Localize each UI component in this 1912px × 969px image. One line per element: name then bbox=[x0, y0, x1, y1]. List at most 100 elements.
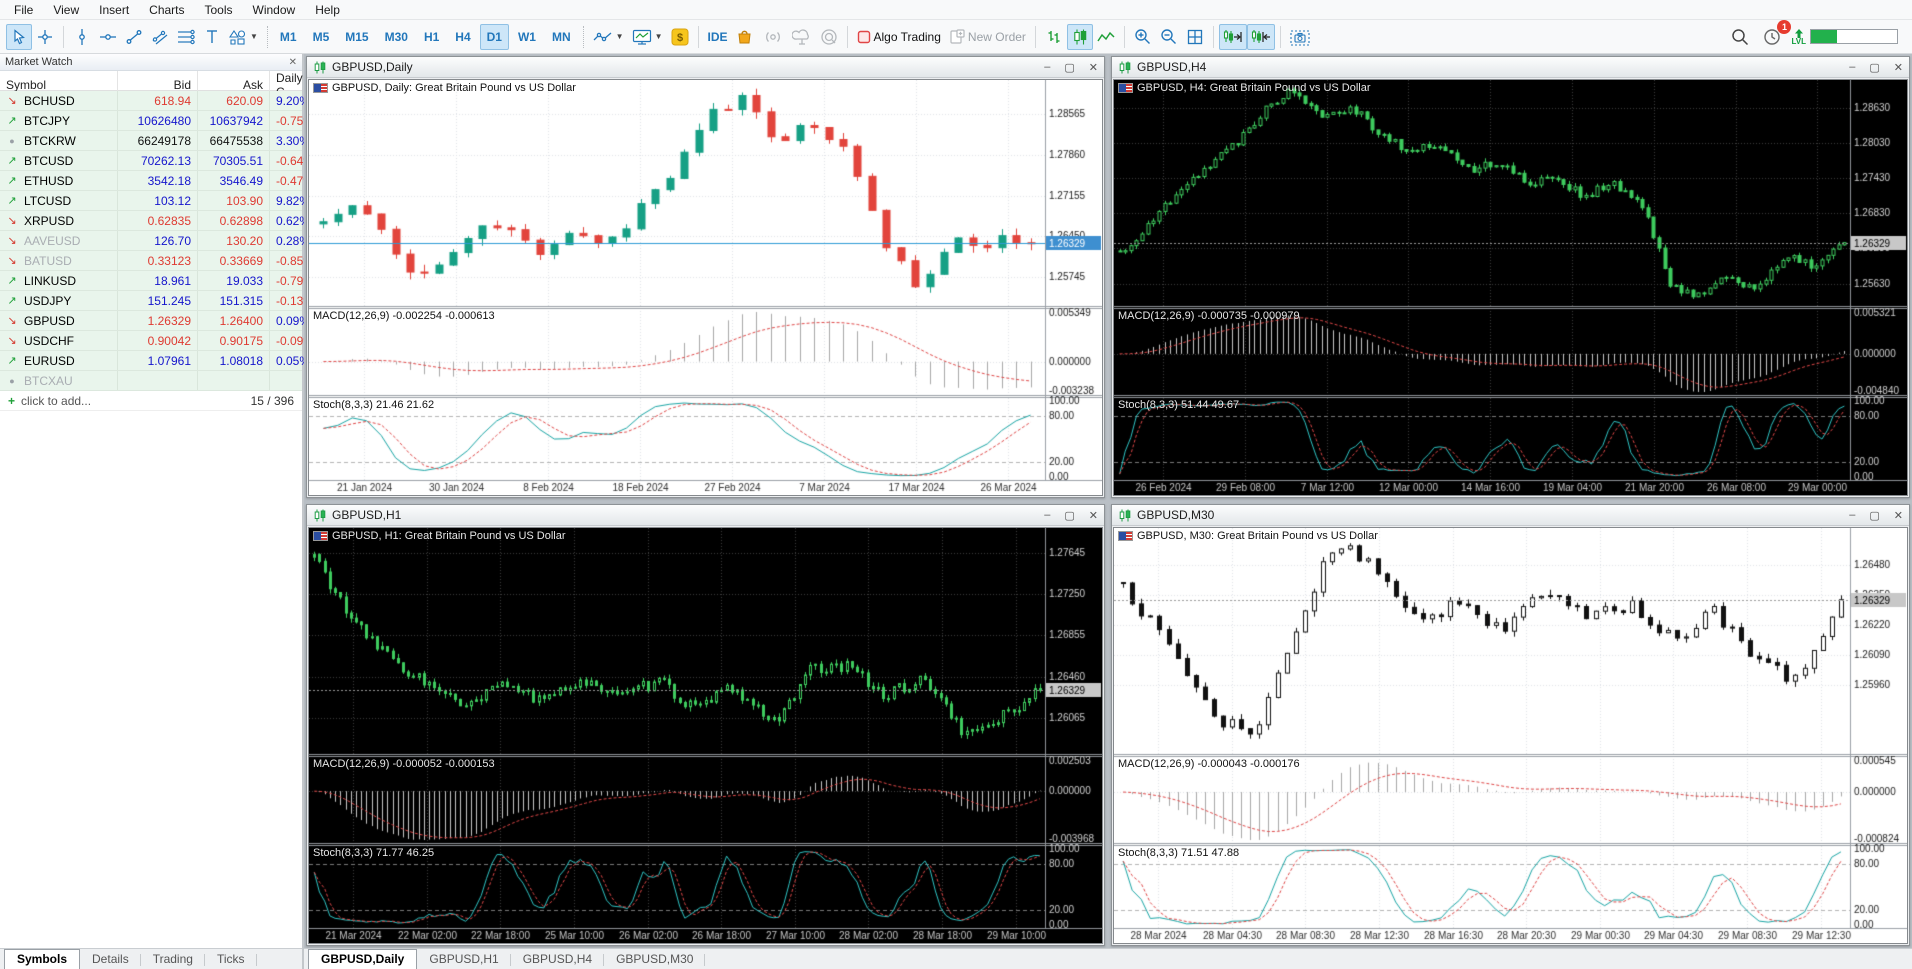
close-icon[interactable]: ✕ bbox=[1089, 509, 1098, 522]
timeframe-h4-button[interactable]: H4 bbox=[448, 24, 477, 50]
maximize-icon[interactable]: ▢ bbox=[1064, 509, 1074, 522]
click-to-add-label[interactable]: click to add... bbox=[21, 394, 91, 408]
screenshot-button[interactable] bbox=[1286, 24, 1314, 50]
market-watch-row-batusd[interactable]: ↘BATUSD0.331230.33669-0.85% bbox=[0, 251, 302, 271]
trendline-tool-button[interactable] bbox=[121, 24, 147, 50]
text-tool-button[interactable] bbox=[199, 24, 225, 50]
market-watch-row-xrpusd[interactable]: ↘XRPUSD0.628350.628980.62% bbox=[0, 211, 302, 231]
objects-button[interactable]: ▼ bbox=[628, 24, 667, 50]
crosshair-tool-button[interactable] bbox=[32, 24, 58, 50]
maximize-icon[interactable]: ▢ bbox=[1869, 509, 1879, 522]
horizontal-line-tool-button[interactable] bbox=[95, 24, 121, 50]
market-watch-row-btcxau[interactable]: ●BTCXAU bbox=[0, 371, 302, 391]
macd-label: MACD(12,26,9) -0.000043 -0.000176 bbox=[1118, 758, 1300, 770]
zoom-in-button[interactable] bbox=[1130, 24, 1156, 50]
chart-tab-gbpusd-h1[interactable]: GBPUSD,H1 bbox=[417, 950, 510, 969]
market-watch-row-btcusd[interactable]: ↗BTCUSD70262.1370305.51-0.64% bbox=[0, 151, 302, 171]
community-button[interactable] bbox=[816, 24, 842, 50]
panel-tab-symbols[interactable]: Symbols bbox=[4, 949, 80, 969]
market-watch-row-btckrw[interactable]: ●BTCKRW66249178664755383.30% bbox=[0, 131, 302, 151]
line-chart-type-button[interactable] bbox=[1093, 24, 1119, 50]
gbpusd-flag-icon bbox=[1118, 531, 1133, 541]
market-watch-row-gbpusd[interactable]: ↘GBPUSD1.263291.264000.09% bbox=[0, 311, 302, 331]
symbol-name: BTCUSD bbox=[24, 151, 118, 170]
algo-trading-button[interactable]: Algo Trading bbox=[853, 24, 945, 50]
market-watch-row-bchusd[interactable]: ↘BCHUSD618.94620.099.20% bbox=[0, 91, 302, 111]
market-watch-row-eurusd[interactable]: ↗EURUSD1.079611.080180.05% bbox=[0, 351, 302, 371]
vps-button[interactable] bbox=[788, 24, 816, 50]
timeframe-m30-button[interactable]: M30 bbox=[378, 24, 415, 50]
dollar-button[interactable]: $ bbox=[667, 24, 693, 50]
timeframe-m5-button[interactable]: M5 bbox=[306, 24, 337, 50]
market-watch-row-ltcusd[interactable]: ↗LTCUSD103.12103.909.82% bbox=[0, 191, 302, 211]
signals-button[interactable] bbox=[758, 24, 788, 50]
market-watch-close-icon[interactable]: ✕ bbox=[289, 57, 297, 68]
timeframe-h1-button[interactable]: H1 bbox=[417, 24, 446, 50]
level-indicator[interactable]: LVL bbox=[1791, 29, 1806, 45]
panel-tab-details[interactable]: Details bbox=[80, 950, 141, 969]
chart-canvas-h4[interactable] bbox=[1114, 80, 1907, 495]
close-icon[interactable]: ✕ bbox=[1894, 509, 1903, 522]
candle-chart-type-button[interactable] bbox=[1067, 24, 1093, 50]
chart-canvas-daily[interactable] bbox=[309, 80, 1102, 495]
market-watch-footer[interactable]: + click to add... 15 / 396 bbox=[0, 391, 302, 411]
shapes-tool-button[interactable]: ▼ bbox=[225, 24, 262, 50]
market-watch-caption[interactable]: Market Watch ✕ bbox=[0, 54, 302, 71]
menu-help[interactable]: Help bbox=[305, 1, 350, 19]
indicators-dropdown-caret: ▼ bbox=[616, 32, 624, 41]
panel-tab-ticks[interactable]: Ticks bbox=[205, 950, 257, 969]
chart-canvas-h1[interactable] bbox=[309, 528, 1102, 943]
timeframe-mn-button[interactable]: MN bbox=[545, 24, 578, 50]
minimize-icon[interactable]: – bbox=[1044, 61, 1050, 74]
market-watch-row-linkusd[interactable]: ↗LINKUSD18.96119.033-0.79% bbox=[0, 271, 302, 291]
chart-window-daily-titlebar[interactable]: GBPUSD,Daily –▢✕ bbox=[307, 57, 1104, 78]
chart-canvas-m30[interactable] bbox=[1114, 528, 1907, 943]
menu-insert[interactable]: Insert bbox=[89, 1, 139, 19]
menu-tools[interactable]: Tools bbox=[195, 1, 243, 19]
menu-window[interactable]: Window bbox=[243, 1, 306, 19]
indicators-button[interactable]: ▼ bbox=[589, 24, 628, 50]
zoom-out-button[interactable] bbox=[1156, 24, 1182, 50]
fibo-lines-tool-button[interactable] bbox=[173, 24, 199, 50]
tile-windows-button[interactable] bbox=[1182, 24, 1208, 50]
minimize-icon[interactable]: – bbox=[1044, 509, 1050, 522]
bar-chart-type-button[interactable] bbox=[1041, 24, 1067, 50]
maximize-icon[interactable]: ▢ bbox=[1064, 61, 1074, 74]
notifications-button[interactable]: 1 bbox=[1759, 24, 1785, 50]
minimize-icon[interactable]: – bbox=[1849, 509, 1855, 522]
chart-window-h4-titlebar[interactable]: GBPUSD,H4 –▢✕ bbox=[1112, 57, 1909, 78]
market-store-button[interactable] bbox=[732, 24, 758, 50]
menu-file[interactable]: File bbox=[4, 1, 43, 19]
ide-button[interactable]: IDE bbox=[704, 24, 732, 50]
cursor-tool-button[interactable] bbox=[6, 24, 32, 50]
auto-scroll-button[interactable] bbox=[1247, 24, 1275, 50]
market-watch-row-usdchf[interactable]: ↘USDCHF0.900420.90175-0.09% bbox=[0, 331, 302, 351]
close-icon[interactable]: ✕ bbox=[1894, 61, 1903, 74]
chart-tab-gbpusd-m30[interactable]: GBPUSD,M30 bbox=[604, 950, 705, 969]
market-watch-row-btcjpy[interactable]: ↗BTCJPY1062648010637942-0.75% bbox=[0, 111, 302, 131]
timeframe-w1-button[interactable]: W1 bbox=[511, 24, 543, 50]
timeframe-m1-button[interactable]: M1 bbox=[273, 24, 304, 50]
close-icon[interactable]: ✕ bbox=[1089, 61, 1098, 74]
scroll-to-end-button[interactable] bbox=[1219, 24, 1247, 50]
channel-tool-button[interactable] bbox=[147, 24, 173, 50]
chart-tab-gbpusd-daily[interactable]: GBPUSD,Daily bbox=[308, 949, 417, 969]
chart-window-m30-titlebar[interactable]: GBPUSD,M30 –▢✕ bbox=[1112, 505, 1909, 526]
chart-window-h1-titlebar[interactable]: GBPUSD,H1 –▢✕ bbox=[307, 505, 1104, 526]
minimize-icon[interactable]: – bbox=[1849, 61, 1855, 74]
market-watch-row-usdjpy[interactable]: ↗USDJPY151.245151.315-0.13% bbox=[0, 291, 302, 311]
market-watch-row-aaveusd[interactable]: ↘AAVEUSD126.70130.200.28% bbox=[0, 231, 302, 251]
chart-tab-gbpusd-h4[interactable]: GBPUSD,H4 bbox=[511, 950, 604, 969]
new-order-button[interactable]: New Order bbox=[945, 24, 1030, 50]
search-button[interactable] bbox=[1727, 24, 1753, 50]
timeframe-d1-button[interactable]: D1 bbox=[480, 24, 509, 50]
menu-charts[interactable]: Charts bbox=[139, 1, 194, 19]
vertical-line-tool-button[interactable] bbox=[69, 24, 95, 50]
maximize-icon[interactable]: ▢ bbox=[1869, 61, 1879, 74]
zoom-in-icon bbox=[1134, 28, 1151, 45]
market-watch-row-ethusd[interactable]: ↗ETHUSD3542.183546.49-0.47% bbox=[0, 171, 302, 191]
macd-label: MACD(12,26,9) -0.000735 -0.000979 bbox=[1118, 310, 1300, 322]
timeframe-m15-button[interactable]: M15 bbox=[338, 24, 375, 50]
menu-view[interactable]: View bbox=[43, 1, 89, 19]
panel-tab-trading[interactable]: Trading bbox=[141, 950, 205, 969]
